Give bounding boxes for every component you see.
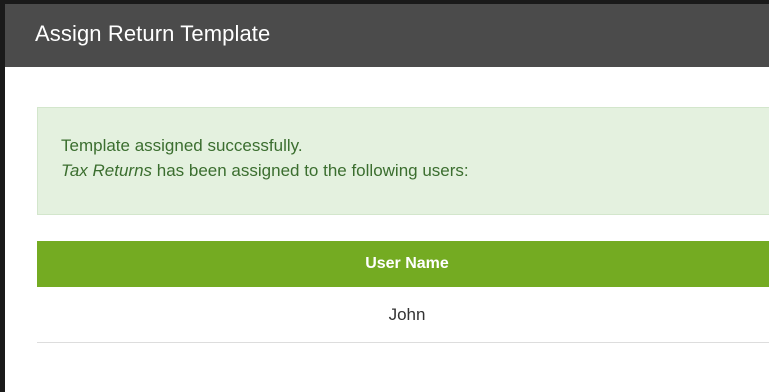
user-name-cell: John [37, 287, 769, 343]
assigned-users-table: User Name John [37, 241, 769, 392]
success-alert: Template assigned successfully. Tax Retu… [37, 107, 769, 215]
user-name-cell [37, 342, 769, 392]
table-row [37, 342, 769, 392]
dialog-title: Assign Return Template [35, 20, 271, 46]
assignment-message: Tax Returns has been assigned to the fol… [61, 158, 769, 183]
dialog-header: Assign Return Template [5, 4, 769, 67]
dialog-body: Template assigned successfully. Tax Retu… [5, 67, 769, 392]
column-header-user-name: User Name [37, 241, 769, 287]
assign-return-template-dialog: Assign Return Template Template assigned… [0, 0, 769, 392]
assignment-message-suffix: has been assigned to the following users… [152, 161, 469, 180]
template-name: Tax Returns [61, 161, 153, 180]
table-header-row: User Name [37, 241, 769, 287]
table-row: John [37, 287, 769, 343]
success-message: Template assigned successfully. [61, 136, 303, 155]
